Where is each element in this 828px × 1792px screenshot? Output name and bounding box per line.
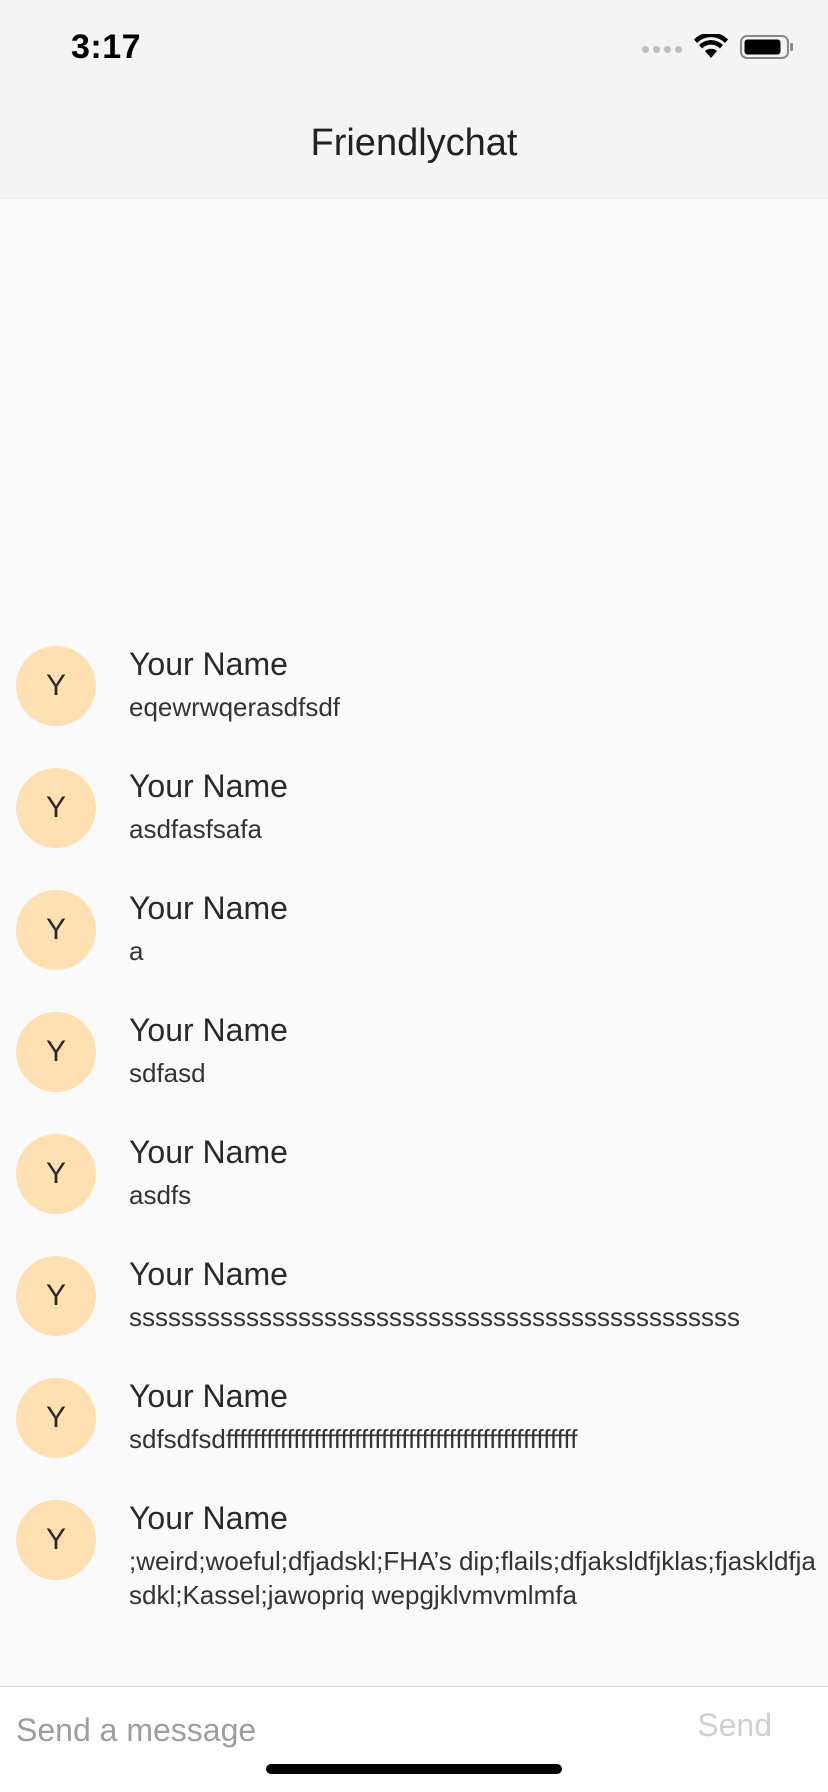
list-item: Y Your Name asdfs <box>0 1132 828 1254</box>
message-content: Your Name asdfasfsafa <box>129 766 828 846</box>
cellular-signal-icon <box>642 45 682 53</box>
message-content: Your Name sdfsdfsdffffffffffffffffffffff… <box>129 1376 828 1456</box>
message-content: Your Name sdfasd <box>129 1010 828 1090</box>
send-button[interactable]: Send <box>697 1707 772 1744</box>
message-text: eqewrwqerasdfsdf <box>129 692 340 722</box>
message-sender: Your Name <box>129 1134 288 1170</box>
chat-screen: 3:17 Friendlychat Y Your Name eqewrwqera… <box>0 0 828 1792</box>
message-sender: Your Name <box>129 646 288 682</box>
message-text: asdfasfsafa <box>129 814 262 844</box>
avatar: Y <box>16 1256 96 1336</box>
message-input[interactable] <box>16 1705 636 1755</box>
status-icons <box>642 31 794 65</box>
message-list[interactable]: Y Your Name eqewrwqerasdfsdf Y Your Name… <box>0 644 828 1612</box>
message-content: Your Name ssssssssssssssssssssssssssssss… <box>129 1254 828 1334</box>
home-indicator[interactable] <box>266 1764 562 1774</box>
message-sender: Your Name <box>129 768 288 804</box>
message-sender: Your Name <box>129 890 288 926</box>
message-composer: Send <box>0 1686 828 1792</box>
list-item: Y Your Name a <box>0 888 828 1010</box>
message-sender: Your Name <box>129 1012 288 1048</box>
list-item: Y Your Name ssssssssssssssssssssssssssss… <box>0 1254 828 1376</box>
avatar: Y <box>16 1012 96 1092</box>
avatar: Y <box>16 646 96 726</box>
message-sender: Your Name <box>129 1378 288 1414</box>
status-time: 3:17 <box>71 28 142 66</box>
message-text: asdfs <box>129 1180 192 1210</box>
list-item: Y Your Name sdfasd <box>0 1010 828 1132</box>
message-content: Your Name ;weird;woeful;dfjadskl;FHA’s d… <box>129 1498 828 1612</box>
avatar: Y <box>16 1134 96 1214</box>
avatar: Y <box>16 768 96 848</box>
message-sender: Your Name <box>129 1500 288 1536</box>
message-text: sdfasd <box>129 1058 206 1088</box>
message-text: sdfsdfsdffffffffffffffffffffffffffffffff… <box>129 1424 578 1454</box>
list-item: Y Your Name sdfsdfsdffffffffffffffffffff… <box>0 1376 828 1498</box>
list-item: Y Your Name eqewrwqerasdfsdf <box>0 644 828 766</box>
avatar: Y <box>16 890 96 970</box>
message-text: a <box>129 936 144 966</box>
list-item: Y Your Name ;weird;woeful;dfjadskl;FHA’s… <box>0 1498 828 1612</box>
avatar: Y <box>16 1378 96 1458</box>
message-sender: Your Name <box>129 1256 288 1292</box>
list-item: Y Your Name asdfasfsafa <box>0 766 828 888</box>
message-text: ssssssssssssssssssssssssssssssssssssssss… <box>129 1302 740 1332</box>
avatar: Y <box>16 1500 96 1580</box>
navigation-bar: 3:17 Friendlychat <box>0 0 828 199</box>
battery-icon <box>740 34 794 65</box>
message-content: Your Name eqewrwqerasdfsdf <box>129 644 828 724</box>
page-title: Friendlychat <box>310 122 518 164</box>
message-content: Your Name a <box>129 888 828 968</box>
message-content: Your Name asdfs <box>129 1132 828 1212</box>
message-text: ;weird;woeful;dfjadskl;FHA’s dip;flails;… <box>129 1546 816 1610</box>
wifi-icon <box>694 31 728 65</box>
